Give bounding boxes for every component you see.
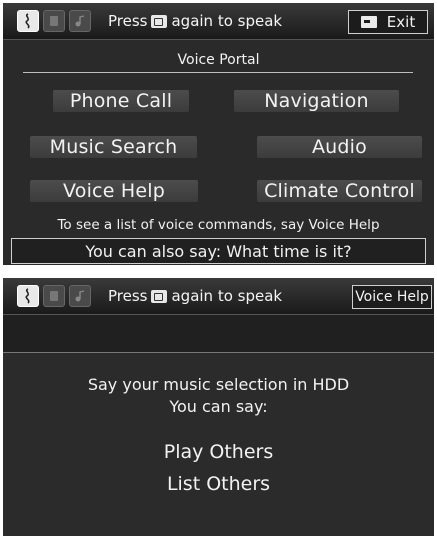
talk-instruction-prefix: Press [108,287,148,305]
climate-control-command[interactable]: Climate Control [257,180,422,202]
status-bar: Press again to speak Exit [3,3,434,40]
title-divider [23,72,413,73]
exit-button[interactable]: Exit [348,10,428,34]
phone-call-command[interactable]: Phone Call [53,90,189,112]
page-title: Voice Portal [177,52,260,68]
music-search-command[interactable]: Music Search [30,136,197,158]
voice-active-icon [17,10,39,32]
voice-active-icon [17,285,39,307]
voice-help-command[interactable]: Voice Help [30,180,198,202]
talk-instruction-suffix: again to speak [171,287,283,305]
music-selection-screen: Press again to speak Voice Help Say your … [3,278,434,536]
talk-instruction: Press again to speak [108,287,282,305]
you-can-say-line: You can say: [169,397,268,416]
music-prompt-line: Say your music selection in HDD [87,375,350,394]
talk-button-icon [151,15,168,28]
music-voice-icon [69,10,91,32]
audio-command[interactable]: Audio [257,136,422,158]
play-others-option[interactable]: Play Others [3,441,434,463]
talk-instruction: Press again to speak [108,12,282,30]
phone-voice-icon [43,285,65,307]
voice-help-hint: To see a list of voice commands, say Voi… [57,217,380,233]
voice-help-button[interactable]: Voice Help [352,285,432,309]
talk-instruction-prefix: Press [108,12,148,30]
header-band [3,315,434,353]
talk-instruction-suffix: again to speak [171,12,283,30]
back-icon [360,16,377,28]
list-others-option[interactable]: List Others [3,473,434,495]
navigation-command[interactable]: Navigation [234,90,399,112]
exit-label: Exit [386,13,416,31]
status-bar: Press again to speak Voice Help [3,278,434,315]
phone-voice-icon [43,10,65,32]
talk-button-icon [151,290,168,303]
also-say-prompt: You can also say: What time is it? [11,238,426,264]
music-voice-icon [69,285,91,307]
voice-portal-screen: Press again to speak Exit Voice Portal Ph… [3,3,434,265]
